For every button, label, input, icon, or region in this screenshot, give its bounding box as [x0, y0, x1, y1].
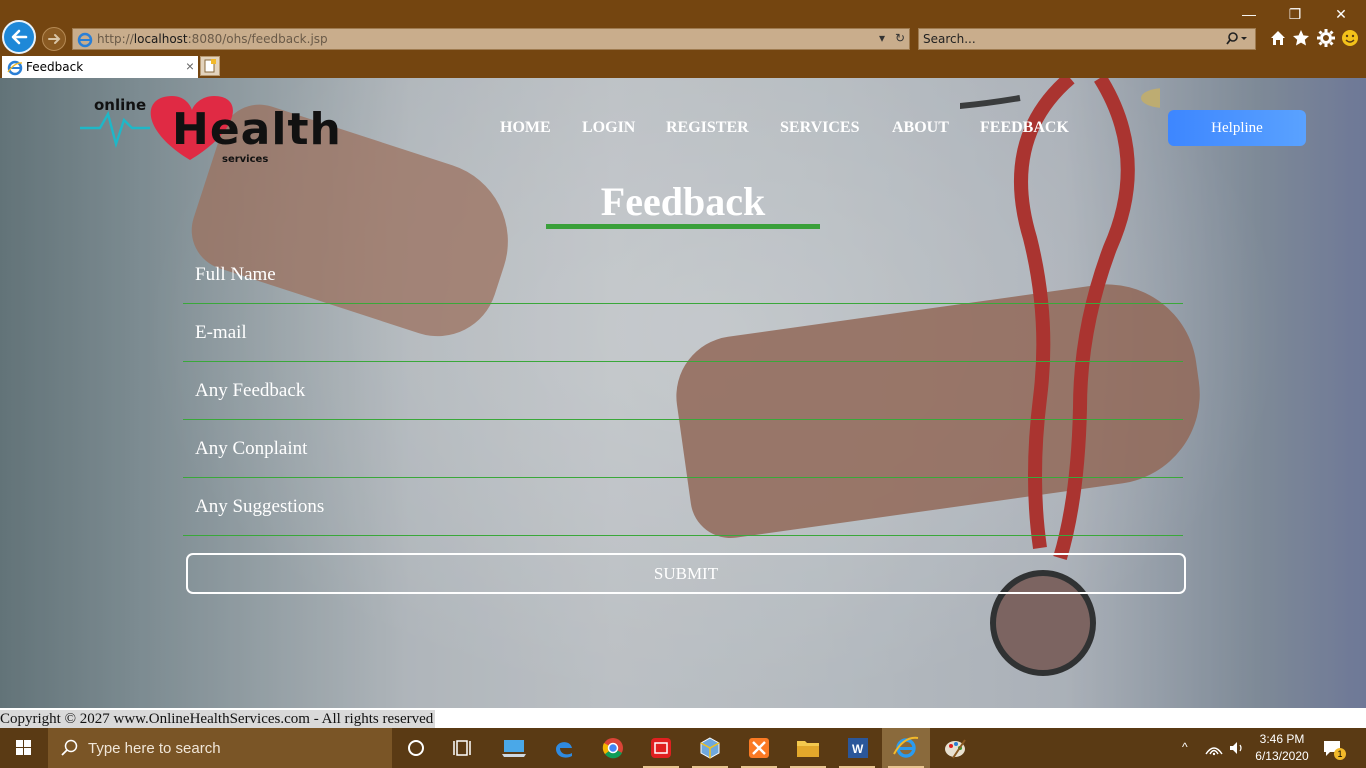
copyright-text: Copyright © 2027 www.OnlineHealthService… — [0, 710, 436, 728]
tray-expand-icon[interactable]: ^ — [1182, 740, 1188, 768]
email-field — [183, 305, 1183, 363]
email-input[interactable] — [183, 305, 1183, 362]
taskbar-search-placeholder: Type here to search — [88, 740, 221, 757]
edge-icon — [556, 742, 572, 758]
tab-label: Feedback — [26, 60, 84, 74]
virtualbox-icon — [700, 737, 720, 759]
logo-health-text: Health — [172, 104, 342, 155]
address-dropdown-icon[interactable]: ▾ — [879, 31, 885, 45]
taskbar-clock[interactable]: 3:46 PM 6/13/2020 — [1252, 731, 1312, 765]
task-view-icon — [453, 740, 471, 756]
taskbar-app-xampp[interactable] — [735, 728, 783, 768]
favorites-star-icon[interactable] — [1291, 28, 1311, 48]
xampp-icon — [749, 738, 769, 758]
windows-logo-icon — [16, 740, 31, 755]
wifi-icon[interactable] — [1205, 740, 1223, 756]
folder-icon — [797, 741, 819, 757]
suggestions-field — [183, 479, 1183, 537]
nav-feedback[interactable]: FEEDBACK — [980, 119, 1069, 137]
feedback-page: online Health services HOME LOGIN REGIST… — [0, 78, 1366, 708]
cortana-button[interactable] — [392, 728, 440, 768]
taskbar-app-virtualbox[interactable] — [686, 728, 734, 768]
submit-button[interactable]: SUBMIT — [186, 553, 1186, 594]
nav-register[interactable]: REGISTER — [666, 119, 749, 137]
complaint-input[interactable] — [183, 421, 1183, 478]
browser-titlebar: — ❐ ✕ http://localhost:8080/ohs/feedback… — [0, 0, 1366, 54]
back-arrow-icon — [11, 29, 28, 45]
svg-text:W: W — [852, 742, 864, 756]
taskbar-app-explorer[interactable] — [784, 728, 832, 768]
forward-button[interactable] — [42, 27, 66, 51]
new-tab-button[interactable] — [200, 56, 220, 76]
helpline-button[interactable]: Helpline — [1168, 110, 1306, 146]
settings-gear-icon[interactable] — [1316, 28, 1336, 48]
back-button[interactable] — [2, 20, 36, 54]
laptop-app-icon — [502, 740, 526, 757]
ie-tab-icon — [7, 60, 23, 76]
browser-search-input[interactable] — [923, 31, 1213, 47]
minimize-button[interactable]: — — [1226, 4, 1272, 24]
paint-icon — [945, 739, 966, 759]
home-icon[interactable] — [1268, 28, 1288, 48]
refresh-icon[interactable]: ↻ — [895, 31, 905, 45]
search-icon — [61, 739, 78, 756]
smiley-feedback-icon[interactable] — [1340, 28, 1360, 48]
taskbar-app-paint[interactable] — [931, 728, 979, 768]
heading-underline — [546, 224, 820, 229]
taskbar-app-edge[interactable] — [540, 728, 588, 768]
taskbar-search[interactable]: Type here to search — [48, 728, 392, 768]
search-icon[interactable] — [1223, 31, 1247, 47]
taskbar-app-laptop[interactable] — [490, 728, 538, 768]
feedback-heading: Feedback — [600, 179, 766, 224]
close-window-button[interactable]: ✕ — [1318, 4, 1364, 24]
nav-services[interactable]: SERVICES — [780, 119, 859, 137]
nav-login[interactable]: LOGIN — [582, 119, 635, 137]
address-url: http://localhost:8080/ohs/feedback.jsp — [97, 32, 328, 46]
logo-services-text: services — [222, 154, 269, 165]
notification-count-badge: 1 — [1334, 748, 1346, 760]
taskbar-app-chrome[interactable] — [589, 728, 637, 768]
address-bar[interactable]: http://localhost:8080/ohs/feedback.jsp ▾… — [72, 28, 910, 50]
feedback-input[interactable] — [183, 363, 1183, 420]
clock-time: 3:46 PM — [1259, 732, 1305, 746]
volume-icon[interactable] — [1228, 740, 1246, 756]
full-name-field — [183, 247, 1183, 305]
restore-button[interactable]: ❐ — [1272, 4, 1318, 24]
internet-explorer-icon — [893, 736, 919, 758]
taskbar-app-word[interactable]: W — [833, 728, 881, 768]
ie-page-icon — [77, 32, 93, 48]
browser-search-box[interactable] — [918, 28, 1256, 50]
taskbar-app-red[interactable] — [637, 728, 685, 768]
logo-online-text: online — [94, 96, 147, 114]
nav-about[interactable]: ABOUT — [892, 119, 949, 137]
tab-feedback[interactable]: Feedback × — [2, 56, 198, 78]
tab-close-icon[interactable]: × — [186, 58, 194, 74]
new-tab-icon — [204, 59, 216, 73]
clock-date: 6/13/2020 — [1255, 749, 1309, 763]
complaint-field — [183, 421, 1183, 479]
cortana-circle-icon — [408, 740, 424, 756]
word-icon: W — [848, 738, 868, 758]
task-view-button[interactable] — [440, 728, 488, 768]
nav-home[interactable]: HOME — [500, 119, 551, 137]
start-button[interactable] — [0, 728, 48, 768]
full-name-input[interactable] — [183, 247, 1183, 304]
chrome-icon — [602, 738, 623, 759]
windows-taskbar: Type here to search W ^ 3:46 PM 6/13/202… — [0, 728, 1366, 768]
action-center-button[interactable]: 1 — [1322, 738, 1346, 760]
red-app-icon — [651, 738, 671, 758]
forward-arrow-icon — [48, 34, 61, 44]
site-logo[interactable]: online Health services — [80, 90, 380, 165]
taskbar-app-ie[interactable] — [882, 728, 930, 768]
feedback-field — [183, 363, 1183, 421]
suggestions-input[interactable] — [183, 479, 1183, 536]
